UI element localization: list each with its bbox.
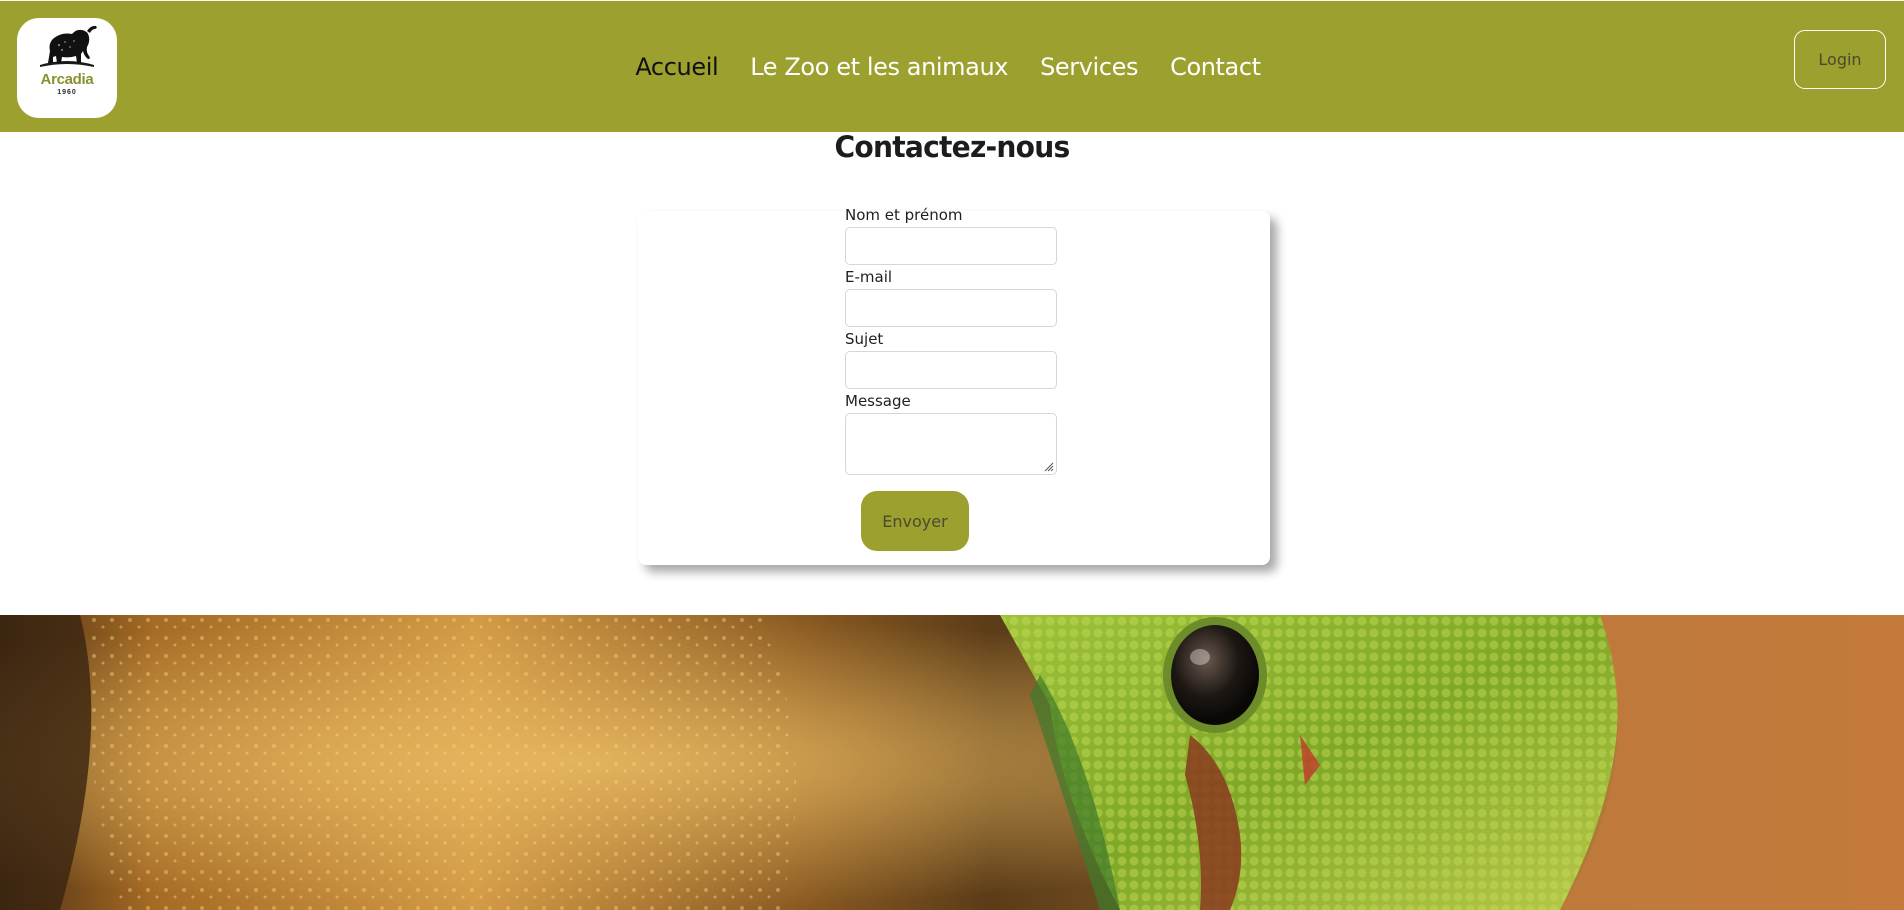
send-button[interactable]: Envoyer (861, 491, 969, 551)
subject-label: Sujet (845, 330, 884, 348)
message-label: Message (845, 392, 911, 410)
email-input[interactable] (845, 289, 1057, 327)
nav-link-contact[interactable]: Contact (1170, 53, 1261, 81)
name-label: Nom et prénom (845, 206, 963, 224)
resize-handle-icon[interactable] (1042, 460, 1054, 472)
hero-gecko-image (0, 615, 1904, 910)
elephant-icon (40, 25, 97, 67)
logo-name: Arcadia (40, 71, 94, 88)
name-input[interactable] (845, 227, 1057, 265)
subject-input[interactable] (845, 351, 1057, 389)
nav-link-zoo-animaux[interactable]: Le Zoo et les animaux (750, 53, 1008, 81)
brand-logo[interactable]: Arcadia 1960 (17, 18, 117, 118)
message-textarea[interactable] (845, 413, 1057, 475)
top-navbar: Arcadia 1960 Accueil Le Zoo et les anima… (0, 1, 1904, 132)
login-button[interactable]: Login (1794, 30, 1886, 89)
main-nav: Accueil Le Zoo et les animaux Services C… (0, 1, 1904, 132)
email-label: E-mail (845, 268, 893, 286)
nav-link-services[interactable]: Services (1040, 53, 1138, 81)
nav-link-accueil[interactable]: Accueil (635, 53, 718, 81)
page-title: Contactez-nous (834, 130, 1071, 164)
logo-year: 1960 (57, 89, 77, 96)
